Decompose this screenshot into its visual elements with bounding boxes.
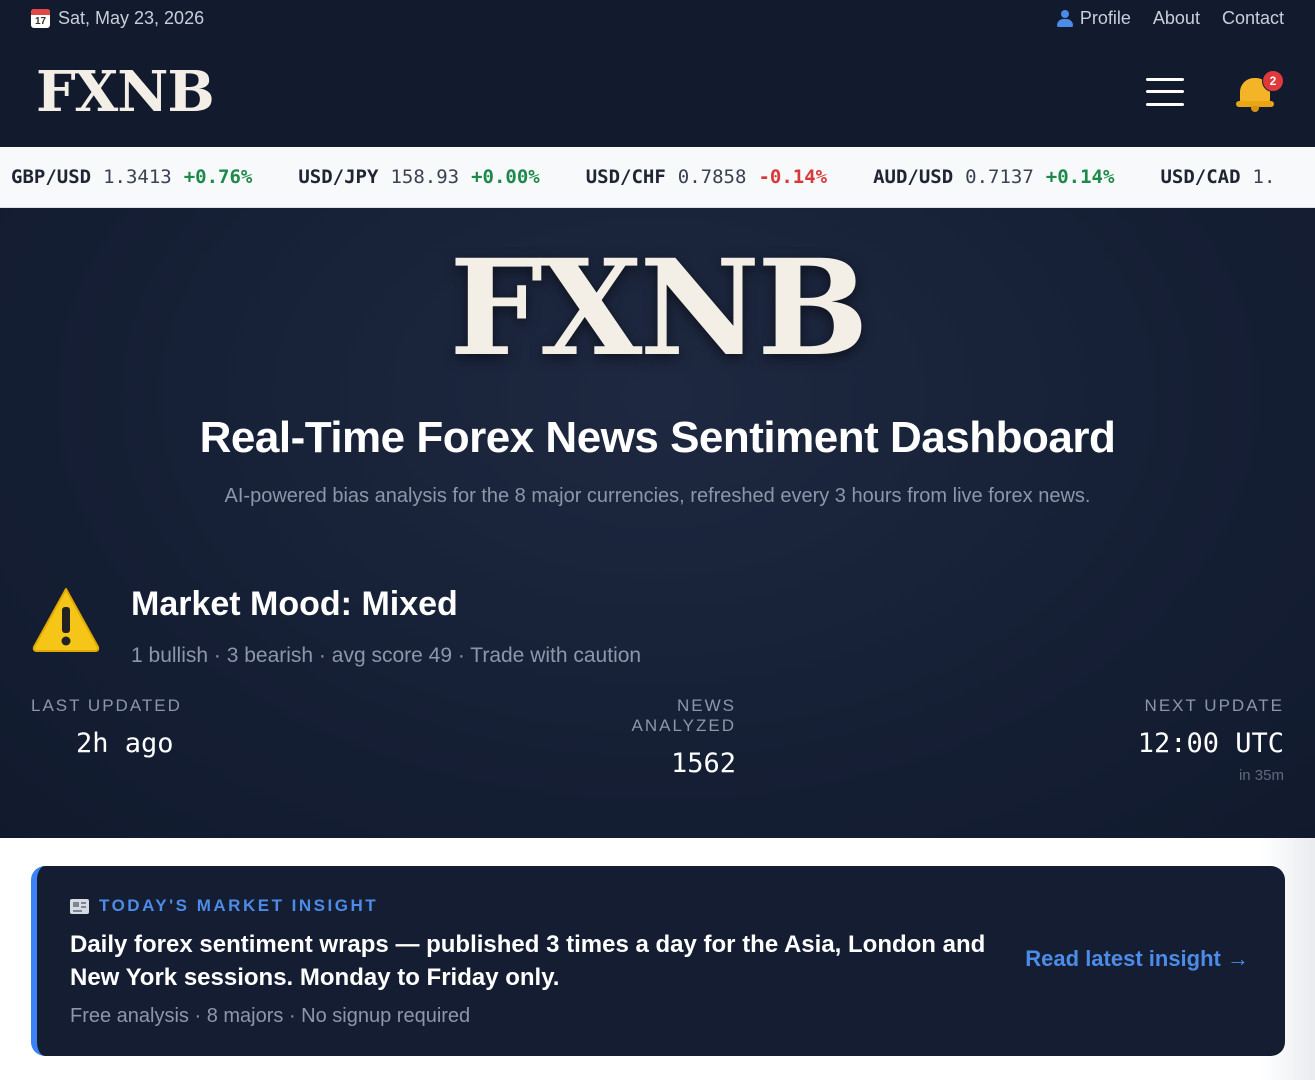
top-links: Profile About Contact xyxy=(1056,8,1284,29)
contact-link[interactable]: Contact xyxy=(1222,8,1284,29)
ticker-item[interactable]: USD/CHF 0.7858 -0.14% xyxy=(586,166,827,188)
warning-icon xyxy=(32,588,100,652)
profile-link-label: Profile xyxy=(1079,7,1131,28)
newspaper-icon xyxy=(70,898,89,914)
stat-label: NEXT UPDATE xyxy=(1144,696,1284,715)
ticker-price: 158.93 xyxy=(390,166,460,188)
ticker-price: 0.7137 xyxy=(965,166,1034,188)
stat-last-updated: LAST UPDATED 2h ago xyxy=(31,696,182,759)
ticker-item[interactable]: USD/CAD 1. xyxy=(1160,166,1275,188)
market-mood: Market Mood: Mixed 1 bullish · 3 bearish… xyxy=(31,583,641,668)
hamburger-line xyxy=(1146,90,1184,93)
insight-section: TODAY'S MARKET INSIGHT Daily forex senti… xyxy=(0,838,1315,1080)
stat-value: 2h ago xyxy=(76,728,174,759)
header-logo[interactable]: FXNB xyxy=(36,59,215,125)
stat-news-analyzed: NEWS ANALYZED 1562 xyxy=(573,696,737,779)
mood-detail: 1 bullish · 3 bearish · avg score 49 · T… xyxy=(131,644,642,667)
ticker-change: +0.00% xyxy=(471,166,540,188)
ticker-price: 0.7858 xyxy=(677,166,747,188)
ticker-price: 1. xyxy=(1252,166,1276,188)
page-title: Real-Time Forex News Sentiment Dashboard xyxy=(199,413,1116,462)
bell-clapper xyxy=(1251,105,1259,112)
about-link[interactable]: About xyxy=(1153,8,1200,29)
hero-section: FXNB Real-Time Forex News Sentiment Dash… xyxy=(0,208,1315,838)
calendar-icon: 17 xyxy=(31,8,50,28)
ticker-pair: USD/CHF xyxy=(585,166,666,188)
ticker-item[interactable]: USD/JPY 158.93 +0.00% xyxy=(298,166,539,188)
insight-headline: Daily forex sentiment wraps — published … xyxy=(70,931,986,991)
stat-note: in 35m xyxy=(1238,767,1284,784)
ticker-item[interactable]: AUD/USD 0.7137 +0.14% xyxy=(873,166,1114,188)
stat-label: LAST UPDATED xyxy=(31,696,182,715)
mood-title: Market Mood: Mixed xyxy=(131,585,458,623)
ticker-change: +0.76% xyxy=(183,166,253,188)
insight-tag-label: TODAY'S MARKET INSIGHT xyxy=(99,896,379,915)
insight-tag: TODAY'S MARKET INSIGHT xyxy=(70,896,1285,916)
notification-badge: 2 xyxy=(1262,69,1284,92)
ticker-change: +0.14% xyxy=(1045,166,1115,188)
mood-text: Market Mood: Mixed 1 bullish · 3 bearish… xyxy=(131,583,641,668)
page-subtitle: AI-powered bias analysis for the 8 major… xyxy=(224,485,1091,507)
insight-meta: Free analysis · 8 majors · No signup req… xyxy=(70,1005,471,1027)
main-header: FXNB 2 xyxy=(0,36,1315,147)
stat-value: 1562 xyxy=(670,748,736,779)
header-actions: 2 xyxy=(1146,69,1284,112)
ticker-pair: USD/CAD xyxy=(1160,166,1241,188)
currency-ticker: GBP/USD 1.3413 +0.76% USD/JPY 158.93 +0.… xyxy=(0,147,1315,208)
ticker-pair: GBP/USD xyxy=(11,166,92,188)
date-text: Sat, May 23, 2026 xyxy=(58,7,205,28)
hero-logo: FXNB xyxy=(449,231,868,386)
ticker-price: 1.3413 xyxy=(103,166,172,188)
top-utility-bar: 17 Sat, May 23, 2026 Profile About Conta… xyxy=(0,0,1315,36)
ticker-pair: USD/JPY xyxy=(298,166,379,188)
read-insight-link[interactable]: Read latest insight → xyxy=(1025,946,1249,972)
person-icon xyxy=(1056,9,1074,27)
notifications-bell-icon[interactable]: 2 xyxy=(1236,69,1284,112)
hamburger-menu-icon[interactable] xyxy=(1146,77,1184,106)
ticker-track: GBP/USD 1.3413 +0.76% USD/JPY 158.93 +0.… xyxy=(0,166,1275,188)
stat-next-update: NEXT UPDATE 12:00 UTC in 35m xyxy=(1138,696,1284,784)
hamburger-line xyxy=(1146,77,1184,81)
stat-label: NEWS ANALYZED xyxy=(631,696,736,735)
calendar-day: 17 xyxy=(34,15,47,27)
profile-link[interactable]: Profile xyxy=(1056,8,1131,29)
ticker-pair: AUD/USD xyxy=(873,166,954,188)
hamburger-line xyxy=(1146,102,1184,106)
ticker-item[interactable]: GBP/USD 1.3413 +0.76% xyxy=(11,166,252,188)
ticker-change: -0.14% xyxy=(758,166,828,188)
stat-value: 12:00 UTC xyxy=(1137,728,1284,759)
market-insight-card: TODAY'S MARKET INSIGHT Daily forex senti… xyxy=(31,866,1285,1056)
current-date: 17 Sat, May 23, 2026 xyxy=(31,8,204,29)
